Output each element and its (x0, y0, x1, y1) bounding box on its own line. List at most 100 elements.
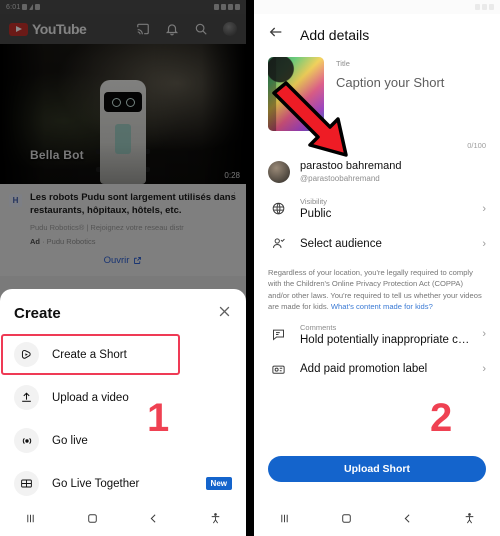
system-nav-bar (0, 505, 246, 536)
comments-label: Comments (300, 322, 337, 332)
go-live-together-item[interactable]: Go Live Together New (0, 462, 246, 505)
ad-title: Les robots Pudu sont largement utilisés … (30, 192, 236, 216)
upload-short-button[interactable]: Upload Short (268, 456, 486, 482)
paid-promotion-body: Add paid promotion label (300, 363, 470, 375)
title-input-group[interactable]: Title Caption your Short (336, 57, 486, 131)
ad-main-row: H Les robots Pudu sont largement utilisé… (9, 192, 237, 246)
channel-avatar (268, 160, 290, 183)
youtube-app-header: YouTube (0, 14, 246, 44)
title-input[interactable]: Caption your Short (336, 75, 486, 90)
visibility-body: Visibility Public (300, 197, 470, 220)
coppa-disclaimer: Regardless of your location, you're lega… (254, 259, 500, 315)
go-live-label: Go live (52, 434, 88, 447)
status-bar-play-icon (29, 4, 34, 10)
status-bar-right-icons (475, 4, 494, 10)
status-bar-time: 6:01 (6, 3, 21, 11)
youtube-logo[interactable]: YouTube (9, 21, 87, 37)
visibility-value: Public (300, 208, 332, 220)
upload-a-video-label: Upload a video (52, 391, 129, 404)
status-bar-app-icon (22, 4, 28, 10)
accessibility-icon[interactable] (209, 512, 222, 530)
thumbnail-overlay (268, 57, 324, 131)
comments-value: Hold potentially inappropriate comme… (300, 333, 470, 346)
back-arrow-icon[interactable] (268, 24, 284, 45)
shorts-icon (14, 342, 39, 367)
home-icon[interactable] (86, 512, 99, 530)
channel-name: parastoo bahremand (300, 160, 402, 172)
ad-advertiser-name: · Pudu Robotics (42, 236, 96, 246)
back-icon[interactable] (401, 512, 414, 530)
create-a-short-label: Create a Short (52, 348, 127, 361)
upload-icon (14, 385, 39, 410)
go-live-together-label: Go Live Together (52, 477, 140, 490)
create-sheet-title: Create (14, 304, 61, 322)
battery-icon (235, 4, 240, 10)
select-audience-value: Select audience (300, 237, 382, 250)
create-a-short-wrapper: Create a Short (0, 333, 246, 376)
select-audience-row[interactable]: Select audience › (254, 228, 500, 259)
external-link-icon (134, 256, 142, 264)
ad-cta-label: Ouvrir (103, 254, 130, 266)
ad-card[interactable]: ⋮ H Les robots Pudu sont largement utili… (0, 184, 246, 276)
ad-subtitle: Pudu Robotics® | Rejoignez votre reseau … (30, 222, 184, 232)
recents-icon[interactable] (24, 512, 37, 530)
coppa-link[interactable]: What's content made for kids? (331, 302, 433, 311)
bell-icon[interactable] (165, 22, 179, 36)
recents-icon[interactable] (278, 512, 291, 530)
accessibility-icon[interactable] (463, 512, 476, 530)
video-vignette (0, 44, 246, 184)
dual-screenshot-comparison: 6:01 YouTube Bella Bot 0:28 ⋮ H Les robo… (0, 0, 500, 536)
status-bar-right-phone (254, 0, 500, 14)
ad-cta-button[interactable]: Ouvrir (9, 246, 237, 274)
short-thumbnail[interactable] (268, 57, 324, 131)
paid-promotion-value: Add paid promotion label (300, 363, 428, 376)
new-badge: New (205, 477, 232, 490)
status-bar-misc-icon (35, 4, 41, 10)
wifi-icon (475, 4, 480, 10)
search-icon[interactable] (194, 22, 208, 36)
chevron-right-icon: › (482, 237, 486, 250)
broadcast-icon (14, 428, 39, 453)
upload-a-video-item[interactable]: Upload a video (0, 376, 246, 419)
comments-row[interactable]: Comments Hold potentially inappropriate … (254, 315, 500, 354)
channel-row[interactable]: parastoo bahremand @parastoobahremand (254, 150, 500, 189)
live-together-icon (14, 471, 39, 496)
visibility-label: Visibility (300, 197, 327, 206)
select-audience-body: Select audience (300, 238, 470, 250)
home-icon[interactable] (340, 512, 353, 530)
signal-icon (482, 4, 487, 10)
channel-handle: @parastoobahremand (300, 174, 380, 183)
youtube-header-actions (136, 22, 237, 36)
create-a-short-item[interactable]: Create a Short (0, 333, 246, 376)
youtube-play-icon (9, 22, 28, 36)
title-char-counter: 0/100 (467, 141, 486, 150)
more-vertical-icon[interactable]: ⋮ (230, 191, 239, 201)
title-section: Title Caption your Short (254, 57, 500, 157)
vpn-icon (214, 4, 219, 10)
video-duration: 0:28 (224, 171, 240, 180)
video-player[interactable]: Bella Bot 0:28 (0, 44, 246, 184)
go-live-item[interactable]: Go live (0, 419, 246, 462)
status-bar-left: 6:01 (6, 3, 41, 11)
ad-label: Ad (30, 236, 40, 246)
back-icon[interactable] (147, 512, 160, 530)
add-details-header: Add details (254, 14, 500, 57)
paid-promotion-row[interactable]: Add paid promotion label › (254, 354, 500, 385)
cast-icon[interactable] (136, 22, 150, 36)
channel-info: parastoo bahremand @parastoobahremand (300, 160, 402, 183)
create-sheet-header: Create (0, 291, 246, 333)
youtube-wordmark: YouTube (32, 21, 87, 37)
account-avatar[interactable] (223, 22, 237, 36)
battery-icon (489, 4, 494, 10)
chevron-right-icon: › (482, 328, 486, 341)
right-phone-screen: Add details Title Caption your Short 0/1… (254, 0, 500, 536)
status-bar-right (214, 4, 240, 10)
screen-divider (246, 0, 254, 536)
chevron-right-icon: › (482, 202, 486, 215)
step-marker-2: 2 (430, 396, 453, 440)
comments-body: Comments Hold potentially inappropriate … (300, 323, 470, 346)
visibility-row[interactable]: Visibility Public › (254, 189, 500, 228)
close-icon[interactable] (217, 304, 232, 322)
comment-icon (268, 327, 288, 342)
title-field-label: Title (336, 59, 350, 68)
